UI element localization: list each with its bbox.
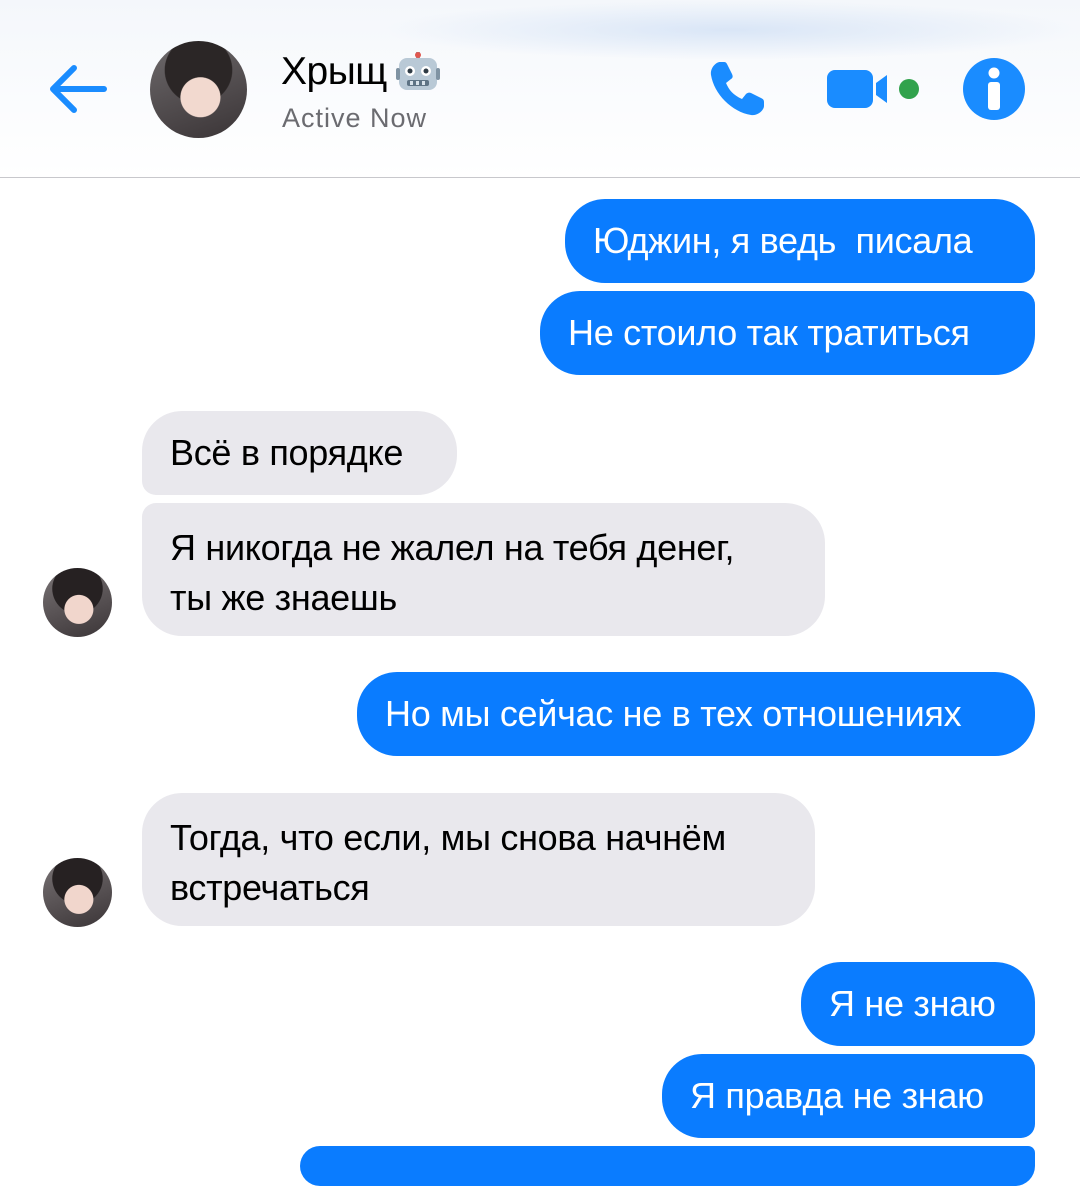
outgoing-message[interactable]: Юджин, я ведь писала [565,199,1035,283]
outgoing-message[interactable]: Но мы сейчас не в тех отношениях [357,672,1035,756]
contact-name[interactable]: Хрыщ [281,50,387,94]
incoming-message[interactable]: Всё в порядке [142,411,457,495]
video-call-button[interactable] [826,66,922,112]
info-icon [963,58,1025,120]
phone-icon [710,62,764,116]
chat-header: Хрыщ Active Now [0,0,1080,178]
contact-avatar-small [43,568,112,637]
active-status: Active Now [282,103,428,133]
outgoing-message-partial[interactable] [300,1146,1035,1186]
back-arrow-icon [50,65,107,113]
outgoing-message[interactable]: Не стоило так тратиться [540,291,1035,375]
back-button[interactable] [44,58,110,118]
info-button[interactable] [963,58,1025,120]
incoming-message[interactable]: Я никогда не жалел на тебя денег, ты же … [142,503,825,636]
outgoing-message[interactable]: Я не знаю [801,962,1035,1046]
voice-call-button[interactable] [706,58,768,120]
contact-avatar[interactable] [150,41,247,138]
robot-icon [396,52,440,90]
incoming-message[interactable]: Тогда, что если, мы снова начнём встреча… [142,793,815,926]
header-glow [380,0,1080,60]
video-camera-icon [827,70,919,108]
contact-avatar-small [43,858,112,927]
outgoing-message[interactable]: Я правда не знаю [662,1054,1035,1138]
